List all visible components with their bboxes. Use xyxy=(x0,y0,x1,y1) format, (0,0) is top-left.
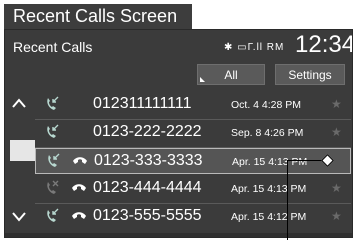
recent-calls-screen: Recent Calls ✱ ▭Г.ll RM 12:34 All Settin… xyxy=(4,29,353,238)
call-time: Sep. 8 4:26 PM xyxy=(231,127,304,139)
call-row-selected[interactable]: 0123-333-3333 Apr. 15 4:13 PM xyxy=(35,148,351,174)
phone-number: 0123-555-5555 xyxy=(93,207,202,224)
scroll-up-icon[interactable] xyxy=(11,97,27,109)
favorite-star-icon[interactable]: ★ xyxy=(331,97,342,111)
call-row[interactable]: 012311111111 Oct. 4 4:28 PM ★ xyxy=(35,92,351,120)
incoming-call-icon xyxy=(47,124,59,138)
favorite-star-icon[interactable]: ★ xyxy=(331,125,342,139)
call-time: Oct. 4 4:28 PM xyxy=(231,99,302,111)
call-time: Apr. 15 4:13 PM xyxy=(232,156,308,168)
settings-button[interactable]: Settings xyxy=(275,64,345,85)
phone-handset-icon xyxy=(72,184,86,191)
title-bar: Recent Calls ✱ ▭Г.ll RM 12:34 xyxy=(5,30,352,63)
favorite-star-icon[interactable]: ★ xyxy=(331,181,342,195)
tab-row: All Settings xyxy=(5,64,352,86)
incoming-call-icon xyxy=(48,153,60,167)
phone-handset-icon xyxy=(73,157,87,164)
incoming-call-icon xyxy=(47,208,59,222)
call-time: Apr. 15 4:13 PM xyxy=(231,183,307,195)
corner-indicator-icon xyxy=(200,77,205,82)
callout-line xyxy=(287,160,288,240)
phone-number: 0123-222-2222 xyxy=(93,123,202,140)
call-time: Apr. 15 4:12 PM xyxy=(231,211,307,223)
phone-number: 012311111111 xyxy=(93,95,192,112)
missed-call-icon xyxy=(47,180,59,194)
incoming-call-icon xyxy=(47,96,59,110)
all-button-label: All xyxy=(224,68,238,82)
call-row[interactable]: 0123-555-5555 Apr. 15 4:12 PM ★ xyxy=(35,204,351,230)
clock: 12:34 xyxy=(295,31,353,58)
settings-button-label: Settings xyxy=(288,68,332,82)
phone-number: 0123-333-3333 xyxy=(94,152,203,169)
scroll-thumb[interactable] xyxy=(10,140,35,161)
status-icons: ✱ ▭Г.ll RM xyxy=(224,42,285,53)
screen-caption: Recent Calls Screen xyxy=(4,4,192,29)
bottom-strip xyxy=(5,233,352,237)
phone-handset-icon xyxy=(72,212,86,219)
phone-number: 0123-444-4444 xyxy=(93,179,202,196)
call-row[interactable]: 0123-222-2222 Sep. 8 4:26 PM ★ xyxy=(35,120,351,148)
screen-title: Recent Calls xyxy=(13,39,93,55)
call-row[interactable]: 0123-444-4444 Apr. 15 4:13 PM ★ xyxy=(35,176,351,204)
scroll-down-icon[interactable] xyxy=(11,211,27,223)
all-button[interactable]: All xyxy=(197,64,265,85)
favorite-star-icon[interactable]: ★ xyxy=(331,209,342,223)
